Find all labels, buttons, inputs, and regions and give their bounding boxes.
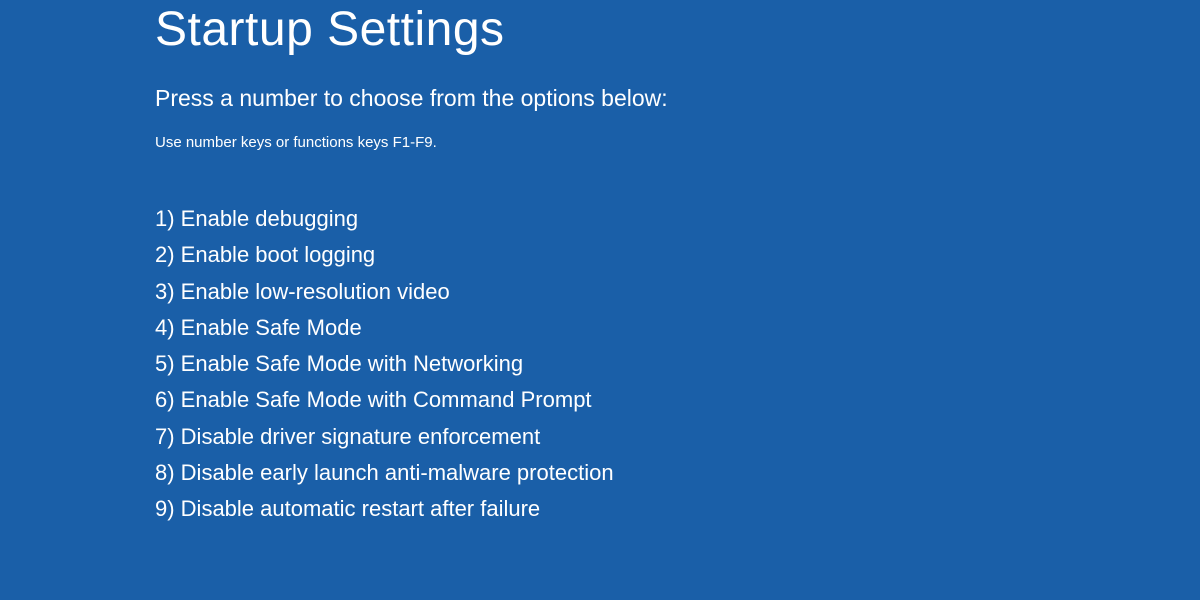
option-disable-automatic-restart[interactable]: 9) Disable automatic restart after failu… bbox=[155, 491, 1200, 527]
hint-text: Use number keys or functions keys F1-F9. bbox=[155, 134, 1200, 151]
option-enable-boot-logging[interactable]: 2) Enable boot logging bbox=[155, 237, 1200, 273]
option-enable-safe-mode[interactable]: 4) Enable Safe Mode bbox=[155, 310, 1200, 346]
option-enable-low-resolution-video[interactable]: 3) Enable low-resolution video bbox=[155, 274, 1200, 310]
instruction-text: Press a number to choose from the option… bbox=[155, 85, 1200, 112]
option-disable-driver-signature-enforcement[interactable]: 7) Disable driver signature enforcement bbox=[155, 419, 1200, 455]
option-enable-debugging[interactable]: 1) Enable debugging bbox=[155, 201, 1200, 237]
option-enable-safe-mode-command-prompt[interactable]: 6) Enable Safe Mode with Command Prompt bbox=[155, 382, 1200, 418]
option-enable-safe-mode-networking[interactable]: 5) Enable Safe Mode with Networking bbox=[155, 346, 1200, 382]
page-title: Startup Settings bbox=[155, 2, 1200, 57]
option-disable-early-launch-anti-malware[interactable]: 8) Disable early launch anti-malware pro… bbox=[155, 455, 1200, 491]
startup-options-list: 1) Enable debugging 2) Enable boot loggi… bbox=[155, 201, 1200, 528]
